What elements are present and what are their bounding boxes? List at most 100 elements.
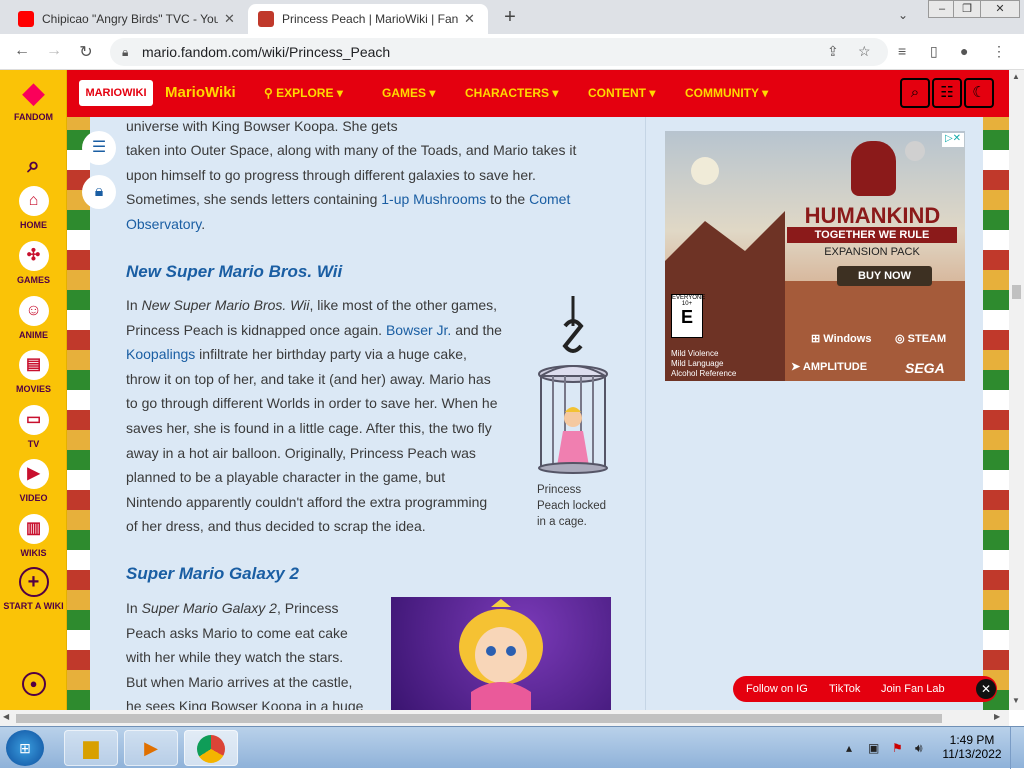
lock-icon[interactable]: 🔒︎	[122, 45, 128, 60]
fandom-search[interactable]: ⌕	[0, 150, 67, 184]
bookmark-star-icon[interactable]: ☆	[858, 43, 871, 60]
back-arrow-icon[interactable]: ←	[12, 42, 32, 60]
wiki-name[interactable]: MarioWiki	[165, 84, 236, 101]
wiki-search-button[interactable]: ⌕	[900, 78, 930, 108]
horizontal-scroll-thumb[interactable]	[16, 714, 942, 723]
vertical-scroll-thumb[interactable]	[1012, 285, 1021, 299]
fandom-global-sidebar: ◆ FANDOM ⌕ ⌂ HOME ✣ GAMES ☺ ANIME ▤ MOVI…	[0, 70, 67, 710]
taskbar-media-player[interactable]: ▶	[124, 730, 178, 766]
follow-on-ig-link[interactable]: Follow on IG	[746, 683, 808, 695]
scroll-up-arrow-icon[interactable]: ▲	[1012, 72, 1020, 81]
youtube-favicon-icon	[18, 11, 34, 27]
clock-date: 11/13/2022	[942, 747, 1002, 761]
horizontal-scrollbar[interactable]: ◀ ▶	[0, 710, 1009, 726]
link-bowser-jr[interactable]: Bowser Jr.	[386, 322, 451, 338]
fandom-logo[interactable]: ◆ FANDOM	[0, 78, 67, 123]
minimize-button[interactable]: –	[928, 0, 956, 18]
table-of-contents-button[interactable]: ☰	[82, 131, 116, 165]
explore-icon: ⚲	[264, 86, 277, 100]
sidebar-item-start-a-wiki[interactable]: + START A WIKI	[0, 567, 67, 611]
tray-overflow-icon[interactable]: ▴	[846, 741, 852, 755]
sidebar-item-games[interactable]: ✣ GAMES	[0, 241, 67, 285]
ad-platform-steam: ◎ STEAM	[895, 333, 947, 345]
sidebar-item-movies[interactable]: ▤ MOVIES	[0, 350, 67, 394]
intro-line: universe with King Bowser Koopa. She get…	[126, 118, 398, 134]
nav-games[interactable]: GAMES ▾	[382, 86, 435, 100]
profile-avatar-icon[interactable]: ●	[960, 43, 968, 59]
close-window-button[interactable]: ✕	[980, 0, 1020, 18]
maximize-button[interactable]: ❐	[953, 0, 981, 18]
windows-logo-icon: ⊞	[811, 333, 824, 345]
address-bar[interactable]: 🔒︎ mario.fandom.com/wiki/Princess_Peach …	[110, 38, 888, 66]
sidebar-item-wikis[interactable]: ▥ WIKIS	[0, 514, 67, 558]
user-avatar-icon[interactable]: ●	[21, 672, 46, 696]
smg2-peach-image[interactable]	[391, 597, 611, 710]
paragraph-line: taken into Outer Space, along with many …	[126, 142, 577, 158]
advertisement-humankind[interactable]: ▷✕ HUMANKIND TOGETHER WE RULE EXPANSION …	[665, 131, 965, 381]
share-icon[interactable]: ⇪	[827, 43, 839, 60]
nav-content[interactable]: CONTENT ▾	[588, 86, 655, 100]
paragraph-line: throw it on top of her, and take it (and…	[126, 370, 491, 387]
nav-explore[interactable]: ⚲ EXPLORE ▾	[264, 86, 343, 100]
action-center-icon[interactable]: ⚑	[892, 741, 903, 755]
media-control-icon[interactable]: ≡	[898, 43, 906, 59]
scroll-down-arrow-icon[interactable]: ▼	[1012, 696, 1020, 705]
paragraph-line: to go through different Worlds in order …	[126, 395, 498, 412]
forward-arrow-icon[interactable]: →	[44, 42, 64, 60]
reload-icon[interactable]: ↻	[76, 42, 96, 62]
paragraph-line: saves her, she is found in a little cage…	[126, 419, 492, 436]
volume-icon[interactable]: 🔊︎	[915, 741, 923, 756]
url-text[interactable]: mario.fandom.com/wiki/Princess_Peach	[142, 44, 390, 60]
new-tab-button[interactable]: +	[499, 6, 521, 29]
search-icon[interactable]: ⌕	[19, 150, 49, 180]
ad-choices-icon[interactable]: ▷✕	[942, 133, 964, 147]
tab-close-icon[interactable]: ✕	[464, 11, 475, 27]
show-desktop-button[interactable]	[1010, 727, 1024, 769]
ad-buy-now-button[interactable]: BUY NOW	[837, 266, 932, 286]
paragraph-line: upon himself to go progress through diff…	[126, 166, 536, 183]
theme-toggle-button[interactable]: ☾	[964, 78, 994, 108]
link-1up-mushrooms[interactable]: 1-up Mushrooms	[381, 191, 486, 207]
image-caption: Princess Peach locked in a cage.	[537, 484, 607, 528]
paragraph-line: In New Super Mario Bros. Wii, like most …	[126, 297, 498, 313]
sidebar-item-video[interactable]: ▶ VIDEO	[0, 459, 67, 503]
sidebar-item-home[interactable]: ⌂ HOME	[0, 186, 67, 230]
browser-tab-youtube[interactable]: Chipicao "Angry Birds" TVC - You ✕	[8, 4, 248, 34]
scroll-right-arrow-icon[interactable]: ▶	[994, 712, 1000, 721]
lock-page-button[interactable]: 🔒︎	[82, 175, 116, 209]
folder-icon: ▆	[83, 737, 99, 759]
nav-characters[interactable]: CHARACTERS ▾	[465, 86, 558, 100]
ad-expansion-label: EXPANSION PACK	[824, 246, 920, 258]
user-account[interactable]: ●	[0, 672, 67, 700]
mariowiki-logo[interactable]: MARIOWIKI	[79, 80, 153, 106]
sidebar-item-tv[interactable]: ▭ TV	[0, 405, 67, 449]
nav-community[interactable]: COMMUNITY ▾	[685, 86, 768, 100]
paragraph-line: Nintendo apparently couldn't afford the …	[126, 493, 488, 510]
side-panel-icon[interactable]: ▯	[930, 43, 938, 60]
join-fan-lab-link[interactable]: Join Fan Lab	[881, 683, 945, 695]
sidebar-item-anime[interactable]: ☺ ANIME	[0, 296, 67, 340]
browser-tab-mariowiki[interactable]: Princess Peach | MarioWiki | Fand ✕	[248, 4, 488, 34]
sidebar-item-label: MOVIES	[15, 384, 51, 394]
tab-close-icon[interactable]: ✕	[224, 11, 235, 27]
book-icon: ▥	[18, 514, 49, 544]
caged-peach-image[interactable]	[535, 296, 611, 476]
link-comet-observatory[interactable]: Comet	[529, 191, 570, 207]
system-clock[interactable]: 1:49 PM 11/13/2022	[942, 733, 1002, 761]
start-button[interactable]: ⊞	[6, 730, 44, 766]
discussions-button[interactable]: ☷	[932, 78, 962, 108]
network-icon[interactable]: ▣	[868, 741, 879, 755]
taskbar-chrome[interactable]	[184, 730, 238, 766]
chrome-menu-icon[interactable]: ⋮	[992, 43, 1006, 60]
browser-toolbar: ← → ↻ 🔒︎ mario.fandom.com/wiki/Princess_…	[0, 34, 1024, 70]
close-icon[interactable]: ✕	[976, 679, 996, 699]
taskbar-explorer[interactable]: ▆	[64, 730, 118, 766]
link-koopalings[interactable]: Koopalings	[126, 346, 195, 362]
tiktok-link[interactable]: TikTok	[829, 683, 860, 695]
vertical-scrollbar[interactable]: ▲ ▼	[1009, 70, 1024, 710]
tab-search-chevron-icon[interactable]: ⌄	[898, 8, 908, 22]
scroll-left-arrow-icon[interactable]: ◀	[3, 712, 9, 721]
nav-label: CONTENT	[588, 86, 646, 100]
link-comet-observatory-cont[interactable]: Observatory	[126, 216, 201, 232]
social-links-bar: Follow on IG TikTok Join Fan Lab ✕	[733, 676, 997, 702]
